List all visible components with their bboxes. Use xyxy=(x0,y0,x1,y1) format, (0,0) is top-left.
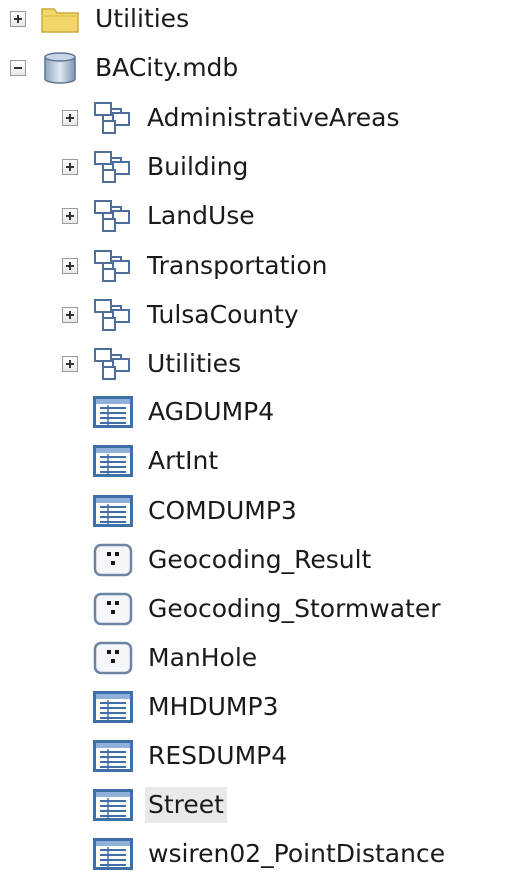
tree-item-wsiren02-pointdistance[interactable]: wsiren02_PointDistance xyxy=(62,832,448,876)
tree-item-building[interactable]: Building xyxy=(62,145,251,189)
tree-item-street[interactable]: Street xyxy=(62,783,227,827)
point-feature-class-icon xyxy=(93,592,133,626)
table-icon xyxy=(93,690,133,724)
tree-item-administrativeareas[interactable]: AdministrativeAreas xyxy=(62,96,403,140)
tree-item-label: LandUse xyxy=(147,201,255,230)
tree-item-utilities-dataset[interactable]: Utilities xyxy=(62,342,244,386)
table-icon xyxy=(93,739,133,773)
table-icon xyxy=(93,788,133,822)
tree-item-label: Geocoding_Stormwater xyxy=(148,594,441,623)
expand-plus-icon[interactable] xyxy=(62,307,78,323)
tree-item-geocoding-stormwater[interactable]: Geocoding_Stormwater xyxy=(62,587,444,631)
expand-plus-icon[interactable] xyxy=(62,258,78,274)
database-icon xyxy=(40,51,80,85)
tree-item-label: Street xyxy=(145,787,227,823)
tree-item-label: Utilities xyxy=(95,4,190,33)
tree-item-label: RESDUMP4 xyxy=(148,741,288,770)
tree-item-label: AGDUMP4 xyxy=(148,397,275,426)
expand-plus-icon[interactable] xyxy=(62,208,78,224)
feature-dataset-icon xyxy=(92,150,132,184)
tree-item-transportation[interactable]: Transportation xyxy=(62,244,331,288)
expand-plus-icon[interactable] xyxy=(62,356,78,372)
tree-item-landuse[interactable]: LandUse xyxy=(62,194,258,238)
point-feature-class-icon xyxy=(93,543,133,577)
tree-item-label: BACity.mdb xyxy=(95,53,239,82)
feature-dataset-icon xyxy=(92,249,132,283)
feature-dataset-icon xyxy=(92,199,132,233)
tree-item-label: Geocoding_Result xyxy=(148,545,372,574)
table-icon xyxy=(93,494,133,528)
tree-item-label: ArtInt xyxy=(148,446,219,475)
table-icon xyxy=(93,444,133,478)
tree-item-bacity-mdb[interactable]: BACity.mdb xyxy=(10,46,241,90)
catalog-tree: Utilities BACity.mdb AdministrativeAreas… xyxy=(0,0,532,873)
tree-item-manhole[interactable]: ManHole xyxy=(62,636,260,680)
feature-dataset-icon xyxy=(92,347,132,381)
table-icon xyxy=(93,395,133,429)
tree-item-label: TulsaCounty xyxy=(147,300,299,329)
tree-item-label: ManHole xyxy=(148,643,258,672)
expand-plus-icon[interactable] xyxy=(62,110,78,126)
tree-item-label: AdministrativeAreas xyxy=(147,103,400,132)
tree-item-utilities-folder[interactable]: Utilities xyxy=(10,0,192,41)
table-icon xyxy=(93,837,133,871)
tree-item-tulsacounty[interactable]: TulsaCounty xyxy=(62,293,302,337)
tree-item-mhdump3[interactable]: MHDUMP3 xyxy=(62,685,281,729)
tree-item-label: Building xyxy=(147,152,249,181)
tree-item-comdump3[interactable]: COMDUMP3 xyxy=(62,489,300,533)
tree-item-resdump4[interactable]: RESDUMP4 xyxy=(62,734,290,778)
feature-dataset-icon xyxy=(92,101,132,135)
expand-plus-icon[interactable] xyxy=(10,11,26,27)
collapse-minus-icon[interactable] xyxy=(10,60,26,76)
expand-plus-icon[interactable] xyxy=(62,159,78,175)
tree-item-label: MHDUMP3 xyxy=(148,692,279,721)
tree-item-agdump4[interactable]: AGDUMP4 xyxy=(62,390,277,434)
feature-dataset-icon xyxy=(92,298,132,332)
tree-item-artint[interactable]: ArtInt xyxy=(62,439,221,483)
tree-item-label: COMDUMP3 xyxy=(148,496,297,525)
tree-item-label: Transportation xyxy=(147,251,328,280)
tree-item-label: Utilities xyxy=(147,349,242,378)
tree-item-geocoding-result[interactable]: Geocoding_Result xyxy=(62,538,374,582)
point-feature-class-icon xyxy=(93,641,133,675)
folder-icon xyxy=(40,2,80,36)
tree-item-label: wsiren02_PointDistance xyxy=(148,839,446,868)
